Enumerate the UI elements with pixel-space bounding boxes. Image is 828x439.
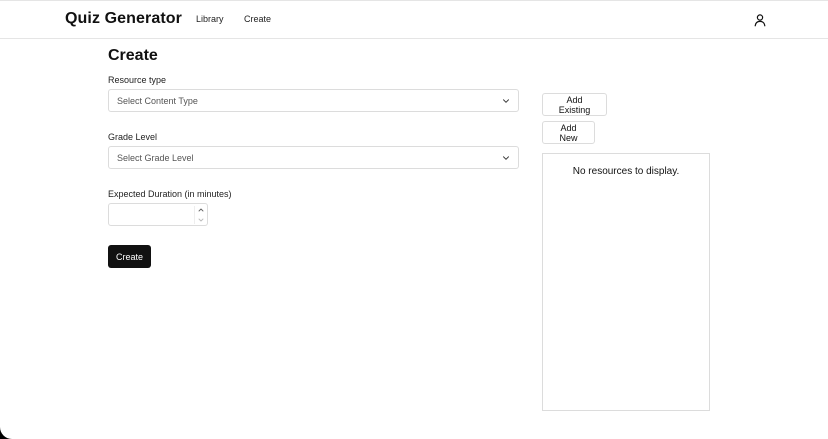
chevron-down-icon — [503, 156, 509, 160]
page: Quiz Generator Library Create Create Res… — [0, 0, 828, 439]
chevron-down-icon — [503, 99, 509, 103]
grade-level-label: Grade Level — [108, 132, 158, 142]
stepper-divider — [194, 206, 195, 224]
empty-resources-message: No resources to display. — [572, 166, 680, 177]
duration-stepper — [108, 203, 208, 226]
resource-type-select[interactable]: Select Content Type — [108, 89, 519, 112]
nav-link-library[interactable]: Library — [196, 14, 224, 24]
create-button[interactable]: Create — [108, 245, 151, 268]
chevron-up-icon[interactable] — [196, 205, 206, 215]
resource-list-panel: No resources to display. — [542, 153, 710, 411]
add-existing-button[interactable]: Add Existing — [542, 93, 607, 116]
user-icon[interactable] — [753, 13, 767, 27]
duration-label: Expected Duration (in minutes) — [108, 189, 232, 199]
chevron-down-icon[interactable] — [196, 215, 206, 225]
resource-type-placeholder: Select Content Type — [117, 96, 198, 106]
page-title: Create — [108, 47, 158, 64]
duration-input[interactable] — [109, 204, 195, 225]
add-new-button[interactable]: Add New — [542, 121, 595, 144]
app-brand: Quiz Generator — [65, 10, 182, 27]
nav-link-create[interactable]: Create — [244, 14, 271, 24]
grade-level-placeholder: Select Grade Level — [117, 153, 194, 163]
resource-type-label: Resource type — [108, 75, 167, 85]
grade-level-select[interactable]: Select Grade Level — [108, 146, 519, 169]
top-nav-bar: Quiz Generator Library Create — [0, 0, 828, 39]
